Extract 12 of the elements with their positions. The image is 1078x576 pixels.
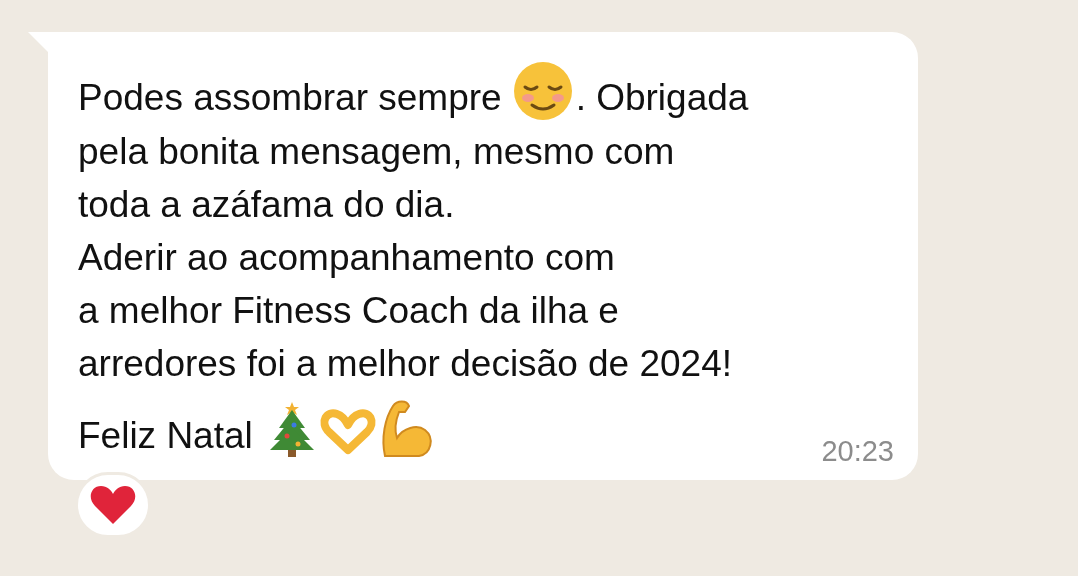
message-text: a melhor Fitness Coach da ilha e (78, 290, 619, 331)
message-text: toda a azáfama do dia. (78, 184, 455, 225)
heart-icon (89, 484, 137, 526)
message-text: . Obrigada (575, 77, 749, 118)
message-text: arredores foi a melhor decisão de 2024! (78, 343, 733, 384)
message-text: Feliz Natal (78, 415, 253, 456)
message-text: Aderir ao acompanhamento com (78, 237, 615, 278)
message-time: 20:23 (821, 434, 894, 468)
heart-hands-icon (318, 406, 377, 456)
message-text: Podes assombrar sempre (78, 77, 502, 118)
message-text: pela bonita mensagem, mesmo com (78, 131, 675, 172)
relieved-face-icon (511, 60, 574, 122)
